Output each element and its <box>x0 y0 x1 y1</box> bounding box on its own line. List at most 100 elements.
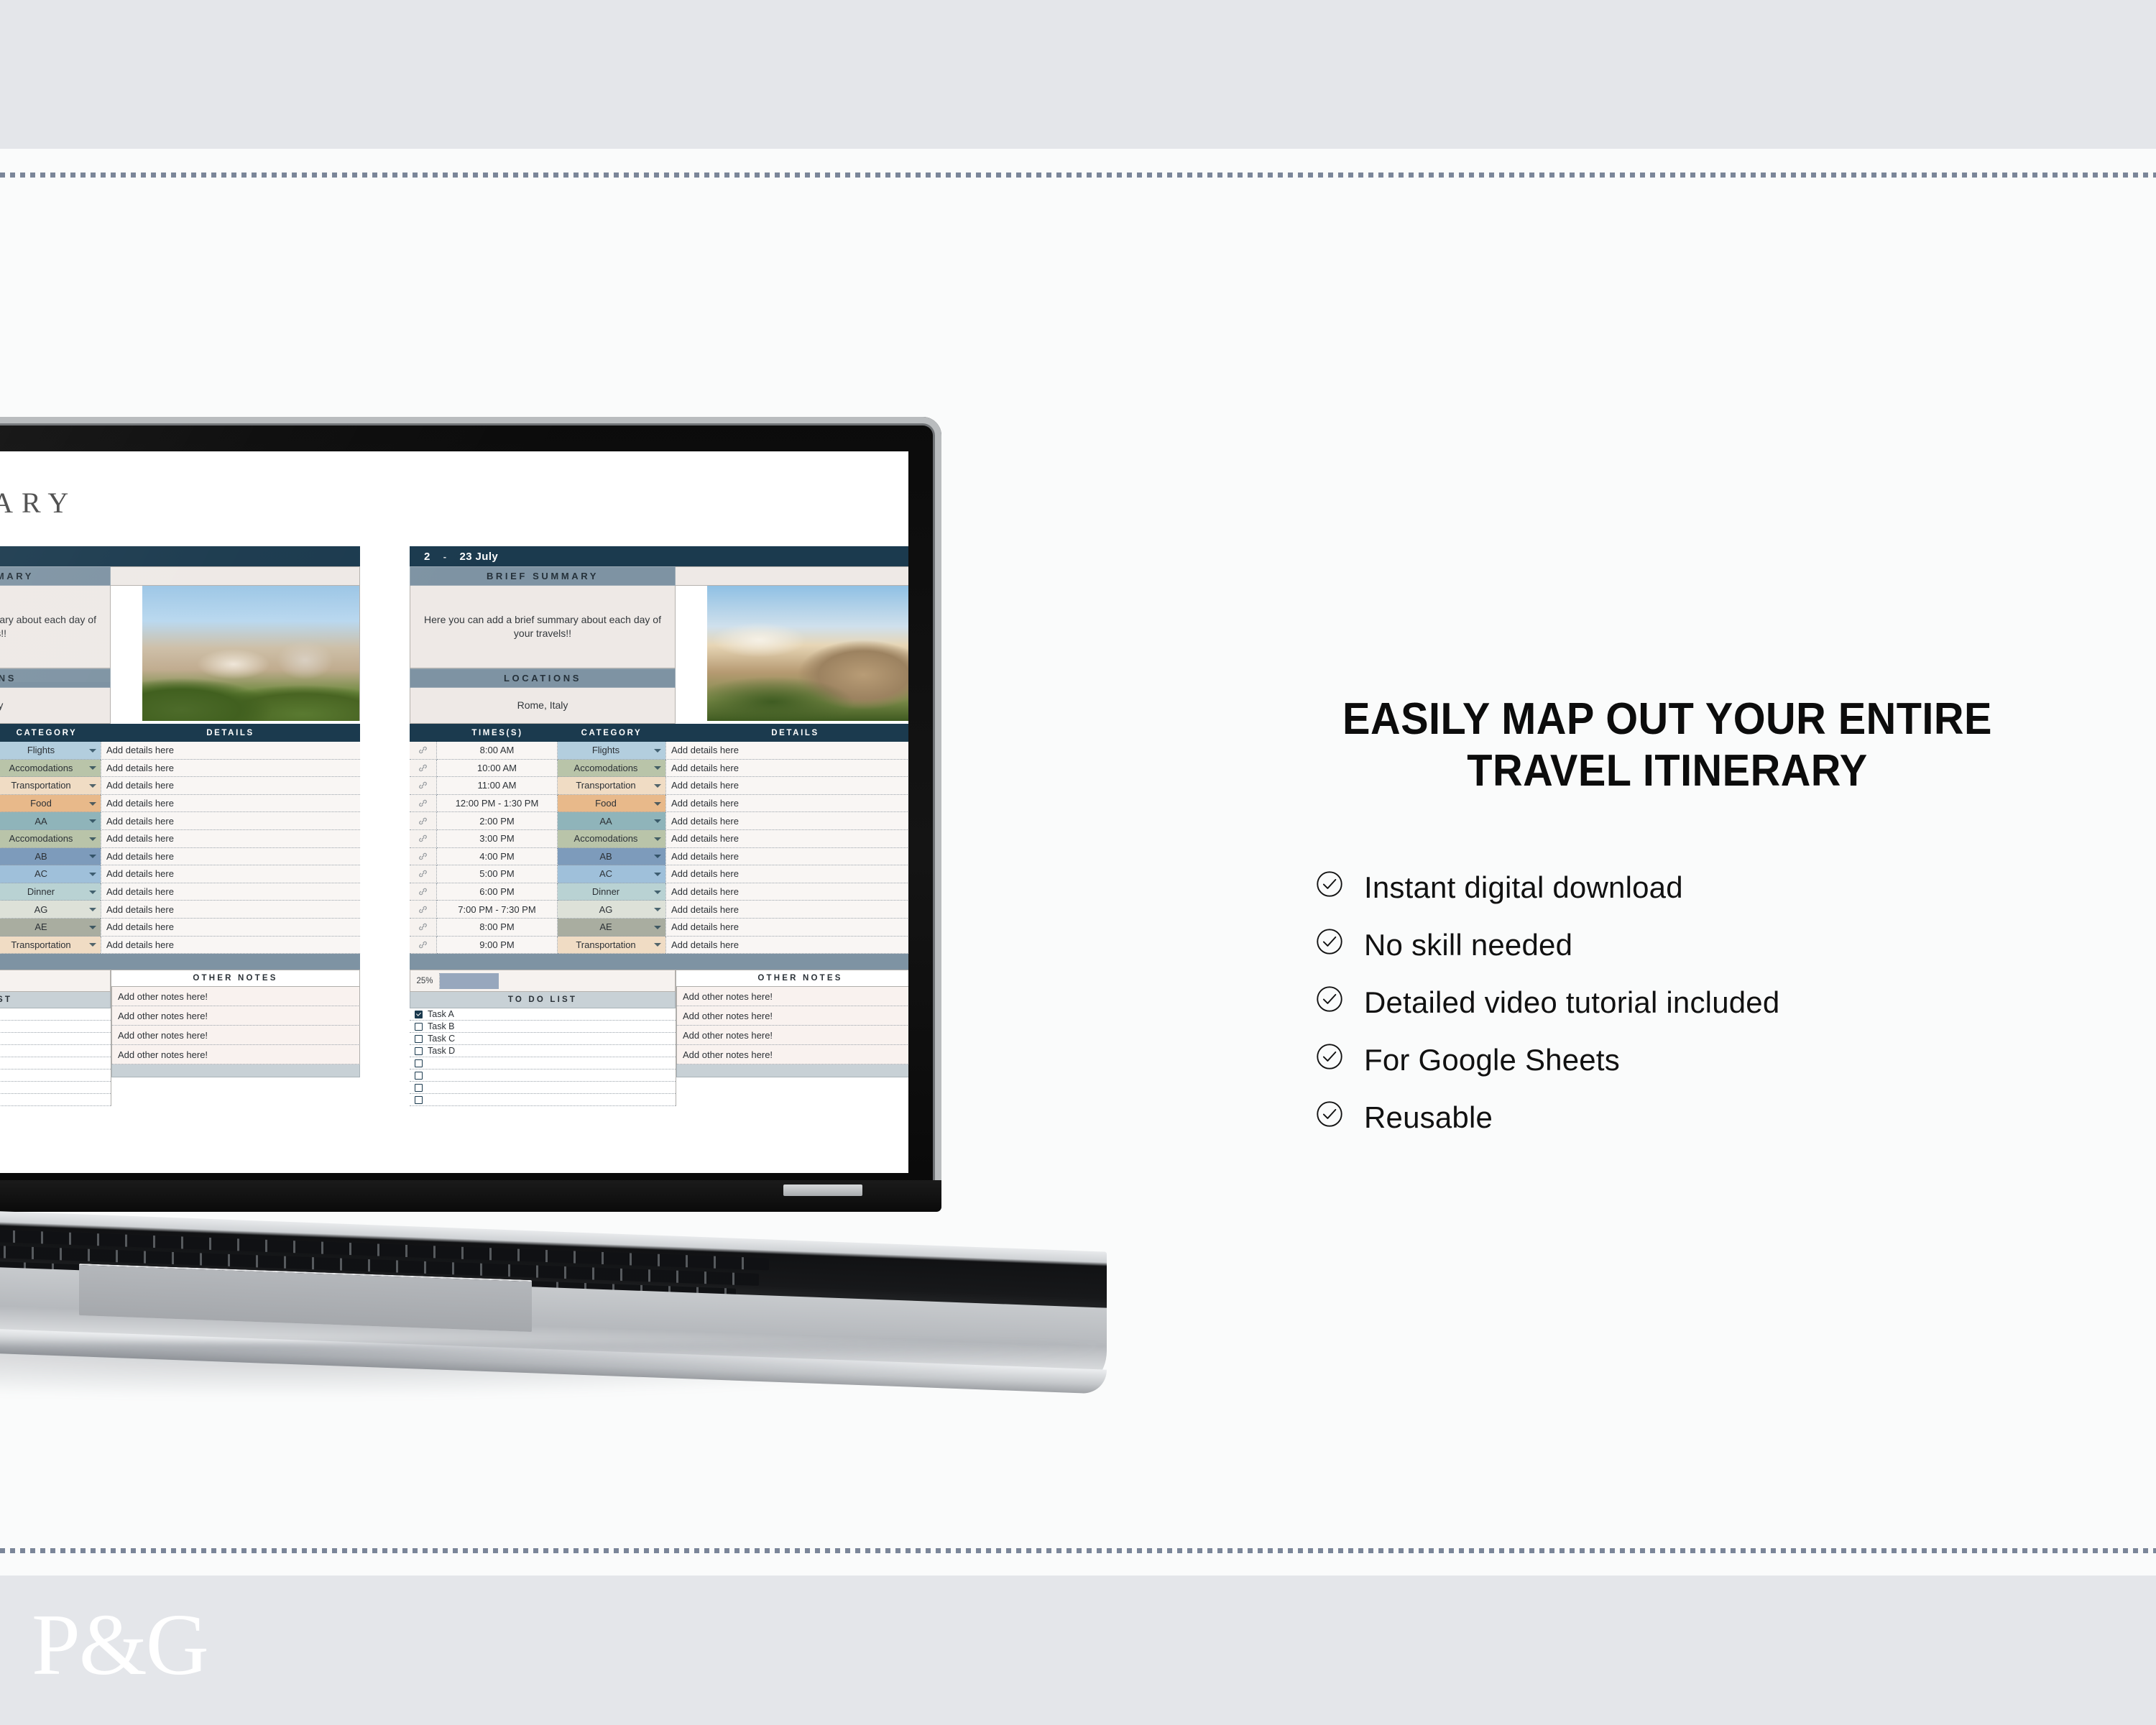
row-details[interactable]: Add details here <box>101 794 360 813</box>
chevron-down-icon[interactable] <box>89 890 96 894</box>
row-details[interactable]: Add details here <box>101 777 360 795</box>
itinerary-row[interactable]: 9:00 PM Transportation Add details here <box>0 936 360 954</box>
row-category-select[interactable]: Flights <box>0 742 101 760</box>
chevron-down-icon[interactable] <box>654 872 661 876</box>
row-time[interactable]: 5:00 PM <box>437 865 558 883</box>
row-details[interactable]: Add details here <box>665 865 908 883</box>
todo-item[interactable]: Task D <box>0 1045 111 1058</box>
row-time[interactable]: 8:00 PM <box>437 918 558 937</box>
note-row[interactable]: Add other notes here! <box>676 987 908 1007</box>
checkbox-icon[interactable] <box>415 1034 423 1043</box>
itinerary-row[interactable]: 3:00 PM Accomodations Add details here <box>410 829 908 848</box>
link-icon[interactable] <box>410 883 437 901</box>
row-time[interactable]: 2:00 PM <box>437 812 558 830</box>
itinerary-row[interactable]: 6:00 PM Dinner Add details here <box>0 883 360 901</box>
itinerary-row[interactable]: 6:00 PM Dinner Add details here <box>410 883 908 901</box>
checkbox-icon[interactable] <box>415 1095 423 1104</box>
itinerary-row[interactable]: 8:00 PM AE Add details here <box>410 918 908 937</box>
chevron-down-icon[interactable] <box>89 837 96 841</box>
row-time[interactable]: 6:00 PM <box>437 883 558 901</box>
row-category-select[interactable]: Accomodations <box>558 759 665 778</box>
itinerary-row[interactable]: 8:00 AM Flights Add details here <box>410 742 908 760</box>
chevron-down-icon[interactable] <box>89 925 96 929</box>
link-icon[interactable] <box>410 742 437 760</box>
row-details[interactable]: Add details here <box>101 883 360 901</box>
row-time[interactable]: 10:00 AM <box>437 759 558 778</box>
row-category-select[interactable]: AE <box>0 918 101 937</box>
row-category-select[interactable]: Accomodations <box>558 829 665 848</box>
chevron-down-icon[interactable] <box>654 855 661 859</box>
row-category-select[interactable]: Accomodations <box>0 829 101 848</box>
row-category-select[interactable]: AB <box>0 847 101 866</box>
row-time[interactable]: 7:00 PM - 7:30 PM <box>437 901 558 919</box>
itinerary-row[interactable]: 4:00 PM AB Add details here <box>410 847 908 866</box>
row-category-select[interactable]: AE <box>558 918 665 937</box>
row-time[interactable]: 3:00 PM <box>437 829 558 848</box>
link-icon[interactable] <box>410 901 437 919</box>
link-icon[interactable] <box>410 812 437 830</box>
todo-item[interactable]: Task B <box>410 1021 676 1034</box>
todo-item[interactable]: Task C <box>0 1033 111 1046</box>
chevron-down-icon[interactable] <box>654 748 661 753</box>
chevron-down-icon[interactable] <box>89 908 96 912</box>
link-icon[interactable] <box>410 936 437 954</box>
link-icon[interactable] <box>410 759 437 778</box>
checkbox-icon[interactable] <box>415 1083 423 1092</box>
chevron-down-icon[interactable] <box>89 872 96 876</box>
row-details[interactable]: Add details here <box>101 865 360 883</box>
row-category-select[interactable]: Transportation <box>0 777 101 795</box>
row-category-select[interactable]: Transportation <box>558 936 665 954</box>
todo-item[interactable]: Task C <box>410 1033 676 1046</box>
row-details[interactable]: Add details here <box>101 742 360 760</box>
row-details[interactable]: Add details here <box>665 812 908 830</box>
row-category-select[interactable]: Transportation <box>0 936 101 954</box>
todo-item[interactable]: Task A <box>410 1008 676 1021</box>
checkbox-icon[interactable] <box>415 1071 423 1080</box>
row-details[interactable]: Add details here <box>665 759 908 778</box>
checkbox-checked-icon[interactable] <box>415 1010 423 1018</box>
brief-summary-text[interactable]: Here you can add a brief summary about e… <box>0 586 111 668</box>
row-category-select[interactable]: Dinner <box>0 883 101 901</box>
row-details[interactable]: Add details here <box>101 901 360 919</box>
itinerary-row[interactable]: 8:00 PM AE Add details here <box>0 918 360 937</box>
todo-item[interactable] <box>0 1082 111 1095</box>
todo-item[interactable]: Task B <box>0 1021 111 1034</box>
chevron-down-icon[interactable] <box>654 837 661 841</box>
itinerary-row[interactable]: 11:00 AM Transportation Add details here <box>0 777 360 795</box>
itinerary-row[interactable]: 10:00 AM Accomodations Add details here <box>410 759 908 778</box>
row-category-select[interactable]: Flights <box>558 742 665 760</box>
row-details[interactable]: Add details here <box>665 847 908 866</box>
todo-item[interactable] <box>0 1094 111 1107</box>
row-category-select[interactable]: Transportation <box>558 777 665 795</box>
row-time[interactable]: 12:00 PM - 1:30 PM <box>437 794 558 813</box>
row-category-select[interactable]: AG <box>0 901 101 919</box>
row-category-select[interactable]: AA <box>0 812 101 830</box>
row-category-select[interactable]: Food <box>0 794 101 813</box>
chevron-down-icon[interactable] <box>654 801 661 806</box>
row-details[interactable]: Add details here <box>665 918 908 937</box>
brief-summary-text[interactable]: Here you can add a brief summary about e… <box>410 586 676 668</box>
row-category-select[interactable]: Dinner <box>558 883 665 901</box>
todo-item[interactable]: Task A <box>0 1008 111 1021</box>
row-details[interactable]: Add details here <box>665 742 908 760</box>
itinerary-row[interactable]: 12:00 PM - 1:30 PM Food Add details here <box>410 794 908 813</box>
note-row[interactable]: Add other notes here! <box>111 1006 360 1026</box>
itinerary-row[interactable]: 7:00 PM - 7:30 PM AG Add details here <box>0 901 360 919</box>
link-icon[interactable] <box>410 794 437 813</box>
row-details[interactable]: Add details here <box>665 829 908 848</box>
row-details[interactable]: Add details here <box>101 847 360 866</box>
link-icon[interactable] <box>410 918 437 937</box>
location-text[interactable]: Rome, Italy <box>410 688 676 724</box>
todo-item[interactable] <box>0 1070 111 1082</box>
row-category-select[interactable]: AC <box>558 865 665 883</box>
itinerary-row[interactable]: 3:00 PM Accomodations Add details here <box>0 829 360 848</box>
row-time[interactable]: 11:00 AM <box>437 777 558 795</box>
row-category-select[interactable]: AG <box>558 901 665 919</box>
chevron-down-icon[interactable] <box>654 943 661 947</box>
chevron-down-icon[interactable] <box>654 783 661 788</box>
itinerary-row[interactable]: 11:00 AM Transportation Add details here <box>410 777 908 795</box>
row-details[interactable]: Add details here <box>101 829 360 848</box>
note-row[interactable]: Add other notes here! <box>111 987 360 1007</box>
location-text[interactable]: Rome, Italy <box>0 688 111 724</box>
chevron-down-icon[interactable] <box>654 819 661 824</box>
